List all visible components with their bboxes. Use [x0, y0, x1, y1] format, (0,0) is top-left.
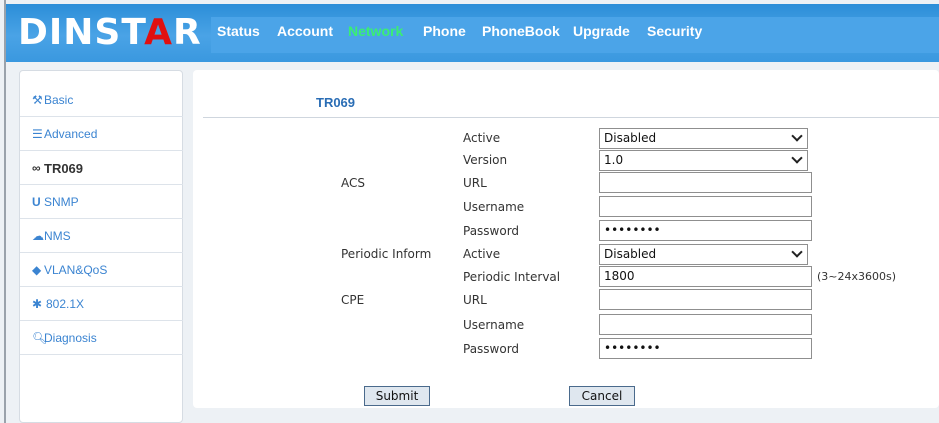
asterisk-icon: ✱: [32, 297, 43, 311]
header: DINSTAR Status Account Network Phone Pho…: [6, 4, 939, 62]
nav-status[interactable]: Status: [217, 23, 260, 39]
cpe-username-label: Username: [463, 318, 525, 332]
acs-password-label: Password: [463, 224, 520, 238]
cancel-button[interactable]: Cancel: [569, 386, 635, 406]
nav-security[interactable]: Security: [647, 23, 702, 39]
nav-account[interactable]: Account: [277, 23, 333, 39]
periodic-active-label: Active: [463, 247, 501, 261]
acs-password-input[interactable]: ••••••••: [599, 220, 812, 241]
acs-group-label: ACS: [341, 176, 365, 190]
sidebar-item-basic[interactable]: ⚒ Basic: [20, 83, 183, 117]
periodic-active-select[interactable]: Disabled: [599, 244, 808, 265]
sidebar: ⚒ Basic ☰ Advanced ∞ TR069 U SNMP ☁ NMS …: [19, 70, 183, 423]
acs-username-label: Username: [463, 200, 525, 214]
page: DINSTAR Status Account Network Phone Pho…: [0, 0, 939, 423]
nav-network[interactable]: Network: [348, 23, 403, 39]
cpe-password-label: Password: [463, 342, 520, 356]
periodic-group-label: Periodic Inform: [341, 247, 432, 261]
interval-hint: (3~24x3600s): [817, 270, 897, 283]
wrench-icon: ⚒: [32, 93, 43, 107]
nav-upgrade[interactable]: Upgrade: [573, 23, 630, 39]
sidebar-item-advanced[interactable]: ☰ Advanced: [20, 117, 183, 151]
magnet-icon: U: [32, 195, 41, 209]
sidebar-item-8021x[interactable]: ✱ 802.1X: [20, 287, 183, 321]
cpe-group-label: CPE: [341, 293, 365, 307]
acs-url-label: URL: [463, 176, 487, 190]
nav-phonebook[interactable]: PhoneBook: [482, 23, 560, 39]
periodic-interval-input[interactable]: 1800: [599, 266, 812, 287]
cloud-icon: ☁: [32, 229, 44, 243]
list-icon: ☰: [32, 127, 43, 141]
acs-version-select[interactable]: 1.0: [599, 150, 808, 171]
acs-active-label: Active: [463, 131, 501, 145]
sidebar-item-tr069[interactable]: ∞ TR069: [20, 151, 183, 185]
cpe-username-input[interactable]: [599, 314, 812, 335]
title-divider: [203, 117, 939, 118]
nav-phone[interactable]: Phone: [423, 23, 466, 39]
chevron-down-icon: [791, 130, 803, 142]
pin-icon: ◆: [32, 263, 42, 277]
dinstar-logo: DINSTAR: [18, 12, 202, 53]
sidebar-item-snmp[interactable]: U SNMP: [20, 185, 183, 219]
periodic-interval-label: Periodic Interval: [463, 270, 561, 284]
main-panel: TR069 ACS Periodic Inform CPE Active Dis…: [193, 70, 939, 408]
chevron-down-icon: [791, 246, 803, 258]
link-icon: ∞: [32, 161, 41, 175]
sidebar-item-diagnosis[interactable]: 🔍︎ Diagnosis: [20, 321, 183, 355]
sidebar-item-vlan-qos[interactable]: ◆ VLAN&QoS: [20, 253, 183, 287]
sidebar-item-nms[interactable]: ☁ NMS: [20, 219, 183, 253]
cpe-password-input[interactable]: ••••••••: [599, 338, 812, 359]
top-nav: Status Account Network Phone PhoneBook U…: [211, 17, 939, 53]
submit-button[interactable]: Submit: [364, 386, 430, 406]
acs-version-label: Version: [463, 153, 508, 167]
acs-username-input[interactable]: [599, 196, 812, 217]
chevron-down-icon: [791, 152, 803, 164]
cpe-url-input[interactable]: [599, 289, 812, 310]
acs-url-input[interactable]: [599, 172, 812, 193]
window-edge: [4, 0, 6, 423]
acs-active-select[interactable]: Disabled: [599, 128, 808, 149]
page-title: TR069: [316, 95, 356, 110]
cpe-url-label: URL: [463, 293, 487, 307]
